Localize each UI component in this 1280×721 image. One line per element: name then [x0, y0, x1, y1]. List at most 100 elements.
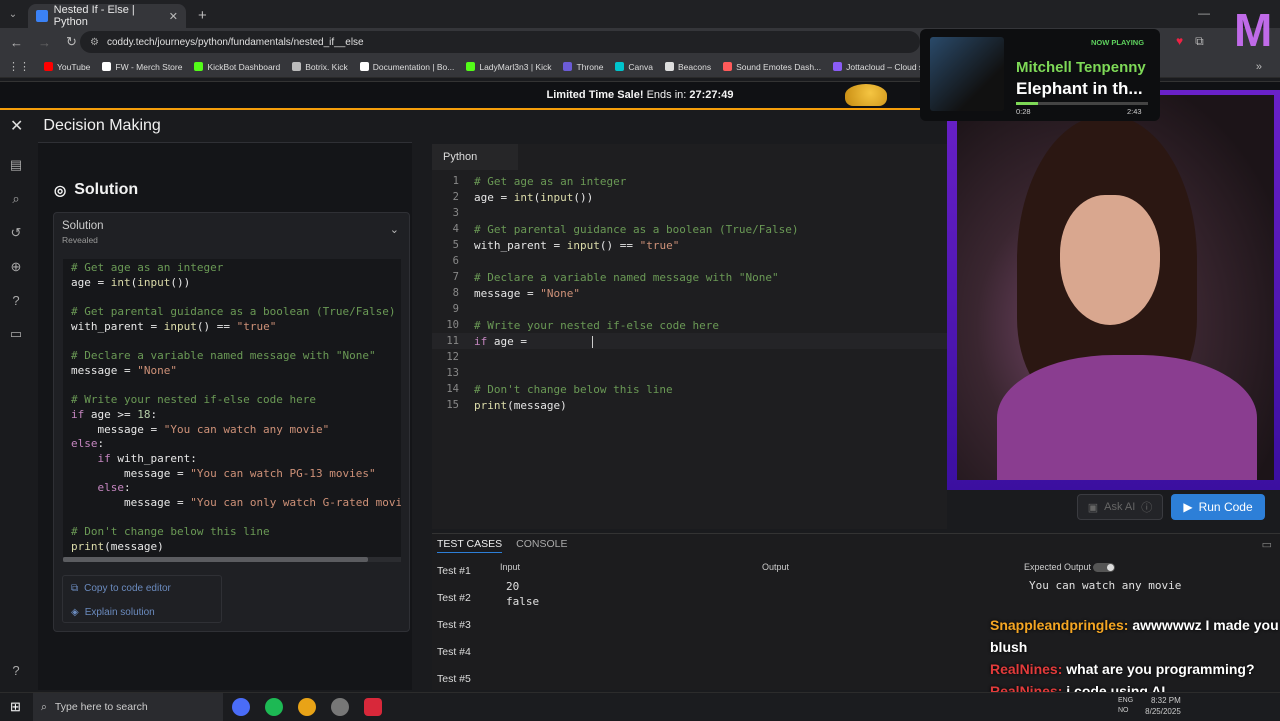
app-icon[interactable]: [364, 698, 382, 716]
editor-line[interactable]: 10 # Write your nested if-else code here: [432, 317, 947, 333]
editor-line[interactable]: 9: [432, 301, 947, 317]
editor-line[interactable]: 15 print(message): [432, 397, 947, 413]
forward-icon[interactable]: →: [38, 35, 56, 50]
copy-to-editor-button[interactable]: ⧉ Copy to code editor: [63, 576, 221, 600]
bookmark-item[interactable]: Botrix. Kick: [292, 62, 348, 72]
spotify-icon[interactable]: [265, 698, 283, 716]
line-number: 4: [452, 223, 459, 235]
more-bookmarks-icon[interactable]: »: [1256, 61, 1262, 73]
expand-panel-icon[interactable]: ▭: [1262, 538, 1272, 551]
editor-line-text: # Write your nested if-else code here: [474, 318, 720, 332]
close-tab-icon[interactable]: ✕: [169, 10, 178, 23]
solution-actions: ⧉ Copy to code editor ◈ Explain solution: [62, 575, 222, 623]
browser-tab-title: Nested If - Else | Python: [53, 4, 135, 28]
ask-ai-button[interactable]: ▣ Ask AI ⓘ: [1077, 494, 1163, 520]
bookmark-item[interactable]: Sound Emotes Dash...: [723, 62, 821, 72]
editor-line[interactable]: 5 with_parent = input() == "true": [432, 237, 947, 253]
editor-line[interactable]: 12: [432, 349, 947, 365]
chrome-icon[interactable]: [298, 698, 316, 716]
editor-line[interactable]: 1 # Get age as an integer: [432, 173, 947, 189]
sale-countdown: 27:27:49: [689, 89, 734, 101]
bookmark-item[interactable]: KickBot Dashboard: [194, 62, 280, 72]
bookmark-item[interactable]: LadyMarl3n3 | Kick: [466, 62, 551, 72]
bookmark-item[interactable]: Throne: [563, 62, 603, 72]
bookmark-label: KickBot Dashboard: [207, 61, 281, 72]
extensions-puzzle-icon[interactable]: ⧉: [1195, 34, 1204, 49]
test-case-item[interactable]: Test #1: [437, 562, 471, 589]
editor-line[interactable]: 14 # Don't change below this line: [432, 381, 947, 397]
test-case-item[interactable]: Test #3: [437, 616, 471, 643]
bookmark-item[interactable]: Jottacloud – Cloud s...: [833, 62, 930, 72]
tab-console[interactable]: CONSOLE: [516, 538, 567, 553]
test-case-item[interactable]: Test #4: [437, 643, 471, 670]
editor-line-text: with_parent = input() == "true": [474, 238, 680, 252]
editor-line[interactable]: 8 message = "None": [432, 285, 947, 301]
editor-line[interactable]: 6: [432, 253, 947, 269]
line-number: 1: [452, 175, 459, 187]
lesson-icon[interactable]: ▤: [10, 157, 22, 173]
extension-icons: ♥ ⧉: [1176, 34, 1204, 49]
scrollbar-thumb[interactable]: [63, 557, 368, 562]
tab-test-cases[interactable]: TEST CASES: [437, 538, 503, 553]
line-number: 10: [446, 319, 459, 331]
solution-code-line: message = "You can only watch G-rated mo…: [71, 496, 401, 509]
windows-taskbar: ⊞ ⌕ Type here to search ENG NO 8:32 PM 8…: [0, 692, 1280, 721]
ask-ai-icon: ▣: [1087, 501, 1099, 514]
album-art: [930, 37, 1004, 111]
minimize-window-icon[interactable]: —: [1198, 6, 1210, 20]
help-icon[interactable]: ?: [12, 663, 19, 678]
bookmark-item[interactable]: Beacons: [665, 62, 711, 72]
chat-username: Snappleandpringles:: [990, 617, 1133, 633]
notes-icon[interactable]: ▭: [10, 326, 22, 342]
explain-solution-label: Explain solution: [84, 606, 155, 618]
bookmark-item[interactable]: FW - Merch Store: [102, 62, 182, 72]
clock[interactable]: 8:32 PM 8/25/2025: [1145, 695, 1181, 717]
taskbar-apps: [232, 698, 382, 716]
back-icon[interactable]: ←: [10, 35, 28, 50]
app-icon[interactable]: [331, 698, 349, 716]
run-code-button[interactable]: ▶ Run Code: [1171, 494, 1265, 520]
solution-panel: ◎ Solution Solution Revealed ⌄ # Get age…: [38, 142, 412, 690]
language-indicator[interactable]: ENG NO: [1118, 696, 1133, 716]
zoom-icon[interactable]: ⊕: [11, 259, 22, 275]
history-icon[interactable]: ↺: [11, 225, 22, 241]
explain-solution-button[interactable]: ◈ Explain solution: [63, 600, 221, 624]
apps-grid-icon[interactable]: ⋮⋮: [8, 60, 30, 73]
solution-code-line: if with_parent:: [97, 451, 197, 465]
extension-icon[interactable]: ♥: [1176, 34, 1183, 49]
output-header: Output: [762, 562, 790, 572]
editor-line[interactable]: 3: [432, 205, 947, 221]
bookmark-item[interactable]: Canva: [615, 62, 653, 72]
test-case-item[interactable]: Test #2: [437, 589, 471, 616]
webcam-overlay: [947, 90, 1280, 490]
editor-line[interactable]: 11 if age =: [432, 333, 947, 349]
search-doc-icon[interactable]: ⌕: [12, 191, 19, 207]
taskbar-search[interactable]: ⌕ Type here to search: [33, 693, 223, 721]
editor-line[interactable]: 13: [432, 365, 947, 381]
site-info-icon[interactable]: ⚙: [90, 37, 99, 48]
editor-line[interactable]: 2 age = int(input()): [432, 189, 947, 205]
windows-start-icon[interactable]: ⊞: [10, 699, 21, 715]
close-lesson-icon[interactable]: ✕: [10, 116, 23, 136]
code-editor[interactable]: Python 1 # Get age as an integer 2 age = in…: [432, 144, 947, 529]
solution-code-line: [63, 334, 401, 349]
editor-line[interactable]: 7 # Declare a variable named message with…: [432, 269, 947, 285]
editor-language-tab[interactable]: Python: [432, 144, 518, 170]
editor-line-text: # Don't change below this line: [474, 382, 673, 396]
new-tab-icon[interactable]: +: [198, 7, 207, 24]
editor-line[interactable]: 4 # Get parental guidance as a boolean (T…: [432, 221, 947, 237]
editor-code-lines[interactable]: 1 # Get age as an integer 2 age = int(input…: [432, 173, 947, 413]
bookmark-item[interactable]: Documentation | Bo...: [359, 62, 454, 72]
hint-icon[interactable]: ?: [12, 293, 19, 308]
url-field[interactable]: ⚙ coddy.tech/journeys/python/fundamental…: [80, 31, 920, 53]
bookmark-item[interactable]: YouTube: [44, 62, 90, 72]
tab-search-icon[interactable]: ⌄: [0, 0, 26, 28]
app-icon[interactable]: [232, 698, 250, 716]
expected-output-toggle[interactable]: [1093, 563, 1115, 572]
browser-tab[interactable]: Nested If - Else | Python ✕: [28, 4, 186, 28]
bookmark-favicon-icon: [665, 62, 674, 71]
chevron-down-icon[interactable]: ⌄: [390, 223, 399, 236]
bookmark-label: Throne: [576, 61, 604, 72]
explain-icon: ◈: [71, 606, 79, 618]
solution-horizontal-scrollbar[interactable]: [63, 557, 401, 562]
